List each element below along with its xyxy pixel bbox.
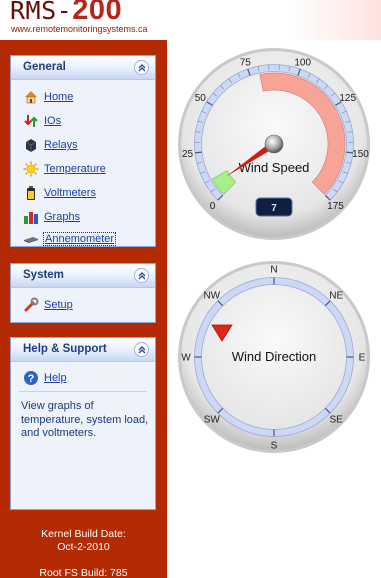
system-panel: System Setup: [10, 263, 156, 323]
speed-tick-label: 50: [195, 93, 207, 104]
speed-tick-label: 75: [240, 57, 252, 68]
sidebar-item-label: Temperature: [44, 163, 106, 175]
sidebar-item-label: IOs: [44, 115, 62, 127]
compass-label-s: S: [271, 441, 278, 452]
speed-readout-value: 7: [271, 203, 277, 214]
general-panel-header[interactable]: General: [11, 56, 155, 80]
compass-label-ne: NE: [329, 290, 343, 301]
svg-text:?: ?: [28, 373, 35, 385]
wind-direction-label: Wind Direction: [232, 349, 317, 364]
sidebar-item-label: Help: [44, 372, 67, 384]
speed-tick-label: 25: [182, 149, 194, 160]
help-panel-header[interactable]: Help & Support: [11, 338, 155, 362]
help-divider: [19, 391, 147, 392]
sidebar-item-label: Home: [44, 91, 74, 103]
header-decoration: [291, 0, 381, 40]
logo-number: 200: [72, 0, 123, 26]
battery-icon: [23, 185, 39, 201]
help-panel: Help & Support ? Help View graphs of tem…: [10, 337, 156, 510]
compass-label-sw: SW: [204, 415, 221, 426]
collapse-chevron-icon[interactable]: [134, 60, 149, 75]
speed-tick-label: 100: [294, 57, 311, 68]
help-description: View graphs of temperature, system load,…: [21, 400, 149, 439]
speed-tick-label: 175: [327, 201, 344, 212]
collapse-chevron-icon[interactable]: [134, 268, 149, 283]
system-panel-header[interactable]: System: [11, 264, 155, 288]
wind-direction-gauge: N NE E SE S SW W NW Wind Direction: [178, 261, 370, 453]
home-icon: [23, 89, 39, 105]
help-panel-title: Help & Support: [23, 343, 107, 355]
sidebar-item-label: Setup: [44, 299, 73, 311]
system-panel-title: System: [23, 269, 64, 281]
compass-label-nw: NW: [203, 290, 220, 301]
logo-url: www.remotemonitoringsystems.ca: [11, 24, 148, 34]
bar-chart-icon: [23, 209, 39, 225]
kernel-build-label: Kernel Build Date:: [41, 528, 126, 540]
gauges-canvas: 0 25 50 75 100 125 150 175 Wind Speed 7: [178, 48, 370, 453]
rootfs-build: Root FS Build: 785: [39, 567, 128, 578]
speed-tick-mark: [194, 151, 203, 154]
logo-prefix: RMS-: [10, 0, 73, 25]
io-arrows-icon: [23, 113, 39, 129]
speed-tick-label: 0: [210, 201, 216, 212]
kernel-build-date: Oct-2-2010: [57, 541, 110, 553]
main-content: 0 25 50 75 100 125 150 175 Wind Speed 7: [167, 40, 381, 578]
compass-label-e: E: [359, 353, 366, 364]
wrench-icon: [23, 297, 39, 313]
anemometer-icon: [23, 231, 39, 247]
sidebar-item-label: Annemometer: [43, 232, 117, 246]
help-icon: ?: [23, 370, 39, 386]
relay-icon: [23, 137, 39, 153]
compass-label-n: N: [270, 265, 277, 276]
sidebar: General Home IOs Relays Temperature Volt…: [0, 40, 167, 578]
speed-tick-label: 125: [339, 93, 356, 104]
compass-label-se: SE: [330, 415, 344, 426]
speed-tick-label: 150: [352, 149, 369, 160]
sidebar-item-label: Voltmeters: [44, 187, 96, 199]
speed-needle-hub: [264, 134, 284, 154]
logo-title: RMS-200: [10, 0, 122, 27]
general-panel-title: General: [23, 61, 66, 73]
sidebar-item-label: Relays: [44, 139, 78, 151]
compass-label-w: W: [181, 353, 191, 364]
general-panel: General Home IOs Relays Temperature Volt…: [10, 55, 156, 247]
sidebar-item-label: Graphs: [44, 211, 81, 223]
sun-icon: [23, 161, 39, 177]
header: RMS-200 www.remotemonitoringsystems.ca: [0, 0, 381, 40]
collapse-chevron-icon[interactable]: [134, 342, 149, 357]
wind-speed-gauge: 0 25 50 75 100 125 150 175 Wind Speed 7: [178, 48, 370, 240]
